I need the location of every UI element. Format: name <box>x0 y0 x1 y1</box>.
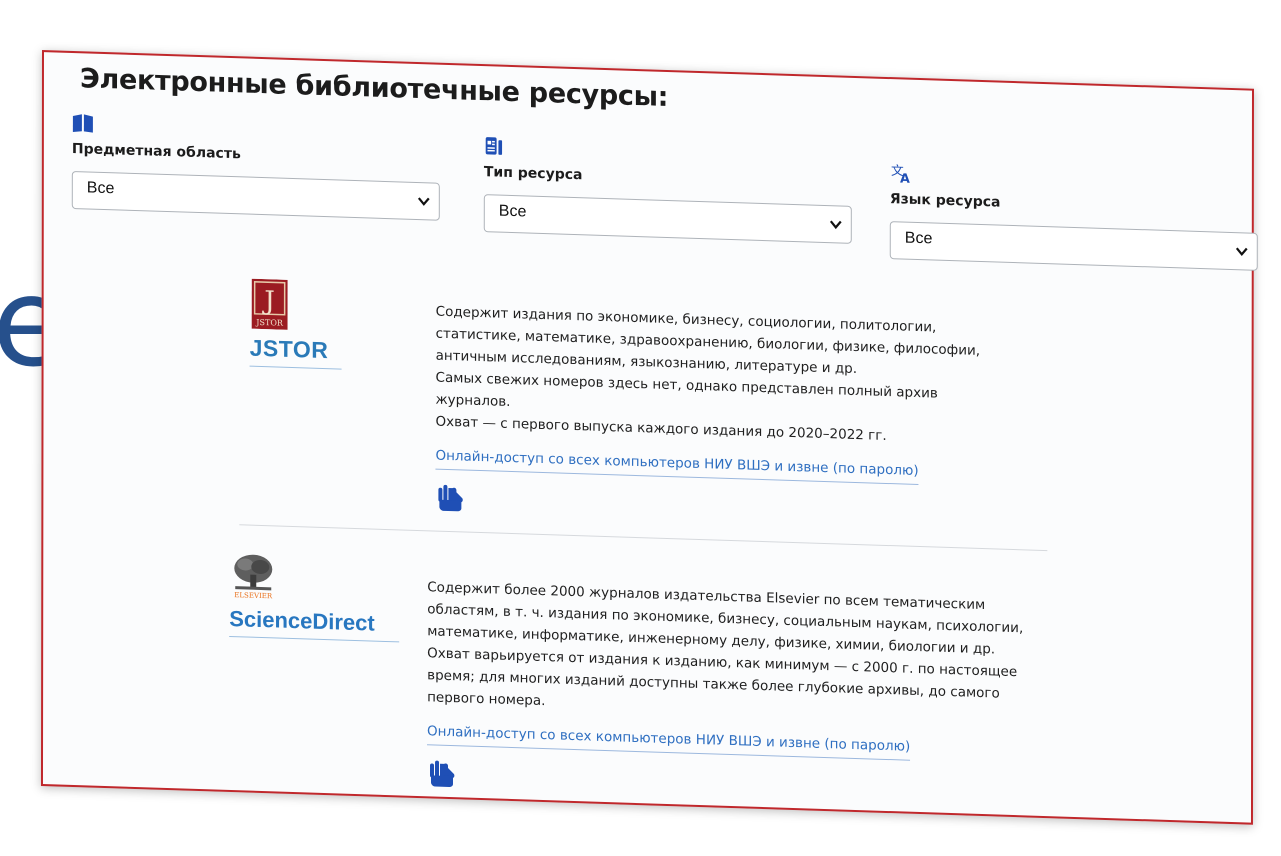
chevron-down-icon <box>417 197 430 206</box>
resource-language-select[interactable]: Все <box>889 221 1258 271</box>
svg-text:JSTOR: JSTOR <box>255 318 284 328</box>
svg-text:A: A <box>900 172 910 184</box>
jstor-logo-text: JSTOR <box>249 334 329 364</box>
filter-label: Тип ресурса <box>483 164 583 184</box>
jstor-description-block: Содержит издания по экономике, бизнесу, … <box>435 301 1015 531</box>
elsevier-tree-emblem: ELSEVIER <box>234 554 273 599</box>
filter-resource-language: 文 A Язык ресурса Все <box>889 163 1258 271</box>
jstor-emblem: J JSTOR <box>251 278 288 330</box>
filter-resource-type: Тип ресурса Все <box>483 136 852 244</box>
library-resources-panel: Электронные библиотечные ресурсы: Предме… <box>40 50 1258 825</box>
select-value: Все <box>904 229 933 248</box>
jstor-access-link[interactable]: Онлайн-доступ со всех компьютеров НИУ ВШ… <box>435 444 919 486</box>
subject-area-select[interactable]: Все <box>71 170 440 221</box>
chevron-down-icon <box>1235 247 1248 257</box>
sciencedirect-logo[interactable]: ELSEVIER ScienceDirect <box>229 552 400 643</box>
sciencedirect-access-link[interactable]: Онлайн-доступ со всех компьютеров НИУ ВШ… <box>427 720 911 761</box>
filter-label: Предметная область <box>71 140 241 163</box>
resource-type-select[interactable]: Все <box>483 194 852 244</box>
sciencedirect-logo-text: ScienceDirect <box>229 605 375 636</box>
document-list-icon <box>485 137 503 155</box>
sciencedirect-description-block: Содержит более 2000 журналов издательств… <box>427 576 1023 806</box>
select-value: Все <box>86 179 115 198</box>
logo-underline <box>249 365 342 370</box>
filter-label: Язык ресурса <box>889 191 1001 211</box>
resource-description: Содержит более 2000 журналов издательств… <box>427 579 1024 710</box>
hand-pointer-icon[interactable] <box>427 757 457 788</box>
page-title: Электронные библиотечные ресурсы: <box>79 63 669 114</box>
svg-text:ELSEVIER: ELSEVIER <box>234 591 273 599</box>
filter-subject-area: Предметная область Все <box>71 113 440 221</box>
hand-pointer-icon[interactable] <box>435 482 465 513</box>
jstor-logo[interactable]: J JSTOR JSTOR <box>249 278 342 370</box>
resource-divider <box>239 524 1048 552</box>
select-value: Все <box>498 202 527 221</box>
chevron-down-icon <box>829 220 842 230</box>
logo-underline <box>229 635 400 643</box>
translate-icon: 文 A <box>891 164 910 184</box>
book-icon <box>72 114 93 133</box>
